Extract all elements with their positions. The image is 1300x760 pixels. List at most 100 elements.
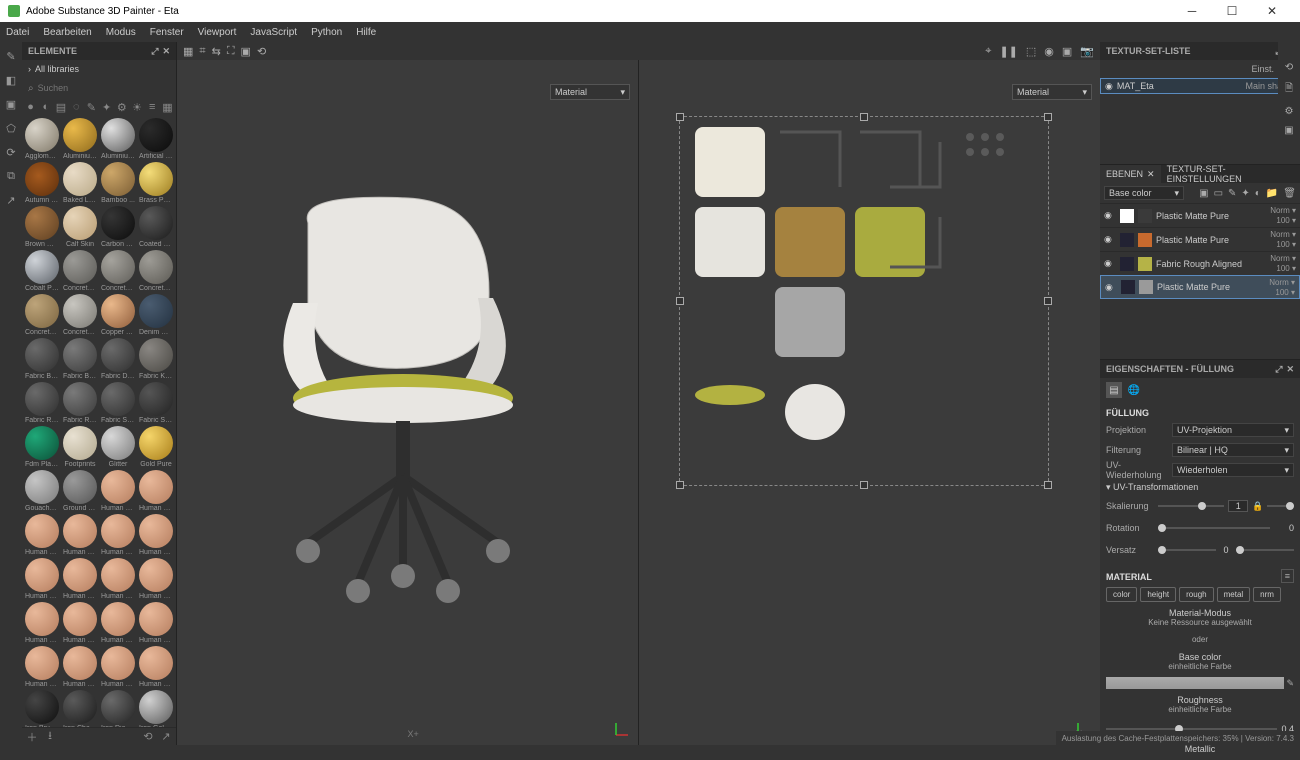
menu-python[interactable]: Python [311,27,342,38]
asset-item[interactable]: Human Fo... [100,558,136,600]
offset-slider-y[interactable] [1236,549,1294,551]
polyfill-tool-icon[interactable]: ⬠ [3,120,19,136]
asset-add-icon[interactable]: ＋ [25,730,39,744]
opacity-value[interactable]: 100 ▾ [1276,240,1296,249]
asset-item[interactable]: Iron Galva... [138,690,174,727]
minimize-button[interactable]: ─ [1172,0,1212,22]
asset-item[interactable]: Ground Gr... [62,470,98,512]
asset-item[interactable]: Fabric Knit... [138,338,174,380]
asset-item[interactable]: Human Ne... [100,602,136,644]
clone-tool-icon[interactable]: ⧉ [3,168,19,184]
blend-dropdown[interactable]: Norm ▾ [1269,278,1295,287]
filter-material-icon[interactable]: ● [25,100,36,114]
asset-item[interactable]: Human N... [24,646,60,688]
selection-handle-br[interactable] [1044,481,1052,489]
eyedropper-icon[interactable]: ✎ [1286,678,1294,689]
opacity-value[interactable]: 100 ▾ [1276,264,1296,273]
menu-javascript[interactable]: JavaScript [250,27,297,38]
asset-item[interactable]: Fabric Den... [100,338,136,380]
asset-item[interactable]: Iron Chain... [62,690,98,727]
texture-set-item[interactable]: ◉ MAT_Eta Main shader [1100,78,1300,94]
menu-datei[interactable]: Datei [6,27,29,38]
libraries-selector[interactable]: › All libraries [22,60,176,78]
menu-modus[interactable]: Modus [106,27,136,38]
menu-bearbeiten[interactable]: Bearbeiten [43,27,91,38]
asset-item[interactable]: Human Ne... [62,602,98,644]
eye-icon[interactable]: ◉ [1105,282,1117,293]
asset-item[interactable]: Coated Me... [138,206,174,248]
asset-item[interactable]: Human Fa... [138,514,174,556]
asset-item[interactable]: Iron Brush... [24,690,60,727]
view-iray-icon[interactable]: ◉ [1044,45,1054,58]
eye-icon[interactable]: ◉ [1104,234,1116,245]
channel-nrm[interactable]: nrm [1253,587,1281,602]
uv-transforms-header[interactable]: ▾ UV-Transformationen [1106,482,1294,493]
asset-item[interactable]: Concrete ... [138,250,174,292]
selection-handle-tm[interactable] [860,113,868,121]
asset-item[interactable]: Human No... [138,602,174,644]
asset-item[interactable]: Cobalt Pure [24,250,60,292]
opacity-value[interactable]: 100 ▾ [1275,288,1295,297]
asset-item[interactable]: Iron Diam... [100,690,136,727]
opacity-value[interactable]: 100 ▾ [1276,216,1296,225]
layer-add-effect-icon[interactable]: ✦ [1241,188,1249,199]
asset-item[interactable]: Copper Pure [100,294,136,336]
history-icon[interactable]: ⟲ [1285,62,1293,73]
layer-mask-thumb[interactable] [1121,280,1135,294]
picker-tool-icon[interactable]: ↗ [3,192,19,208]
selection-handle-bl[interactable] [676,481,684,489]
layer-item[interactable]: ◉ Plastic Matte Pure Norm ▾100 ▾ [1100,227,1300,251]
viewport-3d-mode-dropdown[interactable]: Material ▾ [550,84,630,100]
tab-layers[interactable]: EBENEN ✕ [1100,165,1161,183]
asset-item[interactable]: Human Ey... [100,514,136,556]
asset-refresh-icon[interactable]: ⟲ [141,730,155,744]
selection-handle-bm[interactable] [860,481,868,489]
blend-dropdown[interactable]: Norm ▾ [1270,230,1296,239]
log-icon[interactable]: 🗎 [1285,81,1293,98]
layer-mask-thumb[interactable] [1120,257,1134,271]
viewport-2d[interactable]: Material ▾ [639,60,1100,745]
menu-fenster[interactable]: Fenster [150,27,184,38]
eye-icon[interactable]: ◉ [1104,210,1116,221]
view-frame-icon[interactable]: ⛶ [227,45,235,58]
filter-tool-icon[interactable]: ⚙ [116,100,127,114]
eye-icon[interactable]: ◉ [1104,258,1116,269]
asset-item[interactable]: Gouache ... [24,470,60,512]
layer-add-fill-icon[interactable]: ▣ [1199,188,1208,199]
offset-slider-x[interactable] [1158,549,1216,551]
filter-grid-icon[interactable]: ▦ [162,100,173,114]
uv-selection-box[interactable] [679,116,1049,486]
asset-item[interactable]: Human W... [100,646,136,688]
scale-value[interactable]: 1 [1228,500,1248,512]
asset-item[interactable]: Fabric Rec... [24,382,60,424]
settings-icon[interactable]: ⚙ [1285,106,1294,117]
asset-item[interactable]: Agglomera... [24,118,60,160]
projection-dropdown[interactable]: UV-Projektion▾ [1172,423,1294,437]
asset-item[interactable]: Fdm Plasti... [24,426,60,468]
layer-item[interactable]: ◉ Fabric Rough Aligned Norm ▾100 ▾ [1100,251,1300,275]
asset-item[interactable]: Fabric Bas... [62,338,98,380]
asset-item[interactable]: Baked Lig... [62,162,98,204]
asset-item[interactable]: Aluminium... [100,118,136,160]
view-symmetry-icon[interactable]: ⇆ [212,45,221,58]
viewport-2d-mode-dropdown[interactable]: Material ▾ [1012,84,1092,100]
asset-item[interactable]: Human Ch... [62,514,98,556]
blend-dropdown[interactable]: Norm ▾ [1270,254,1296,263]
asset-item[interactable]: Glitter [100,426,136,468]
layer-item[interactable]: ◉ Plastic Matte Pure Norm ▾100 ▾ [1100,203,1300,227]
layer-picker-icon[interactable]: ◐ [1255,188,1261,199]
menu-viewport[interactable]: Viewport [198,27,237,38]
channel-selector[interactable]: Base color ▾ [1104,186,1184,200]
viewport-3d[interactable]: Material ▾ [177,60,639,745]
layer-add-group-icon[interactable]: ▭ [1214,188,1223,199]
search-input[interactable] [38,83,170,93]
close-panel-icon[interactable]: ✕ [162,46,170,57]
channel-rough[interactable]: rough [1179,587,1213,602]
view-persp-icon[interactable]: ▣ [241,45,251,58]
selection-handle-tr[interactable] [1044,113,1052,121]
asset-item[interactable]: Human Ba... [100,470,136,512]
view-gizmo-icon[interactable]: ⌖ [985,45,991,58]
filtering-dropdown[interactable]: Bilinear | HQ▾ [1172,443,1294,457]
uvwrap-dropdown[interactable]: Wiederholen▾ [1172,463,1294,477]
layer-add-mask-icon[interactable]: ✎ [1228,188,1236,199]
